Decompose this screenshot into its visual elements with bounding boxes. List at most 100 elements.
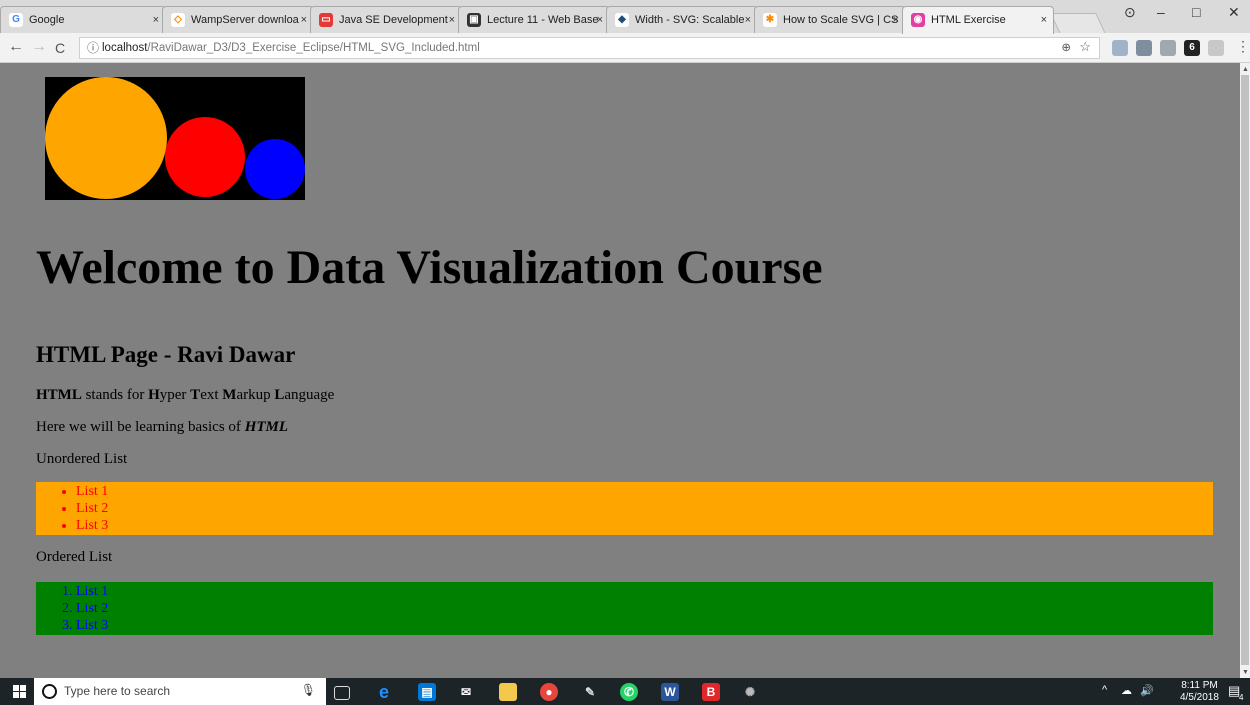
wamp-icon: ◇ [171,13,185,27]
settings-icon[interactable]: ✺ [741,683,759,701]
mdn-icon: ◆ [615,13,629,27]
ordered-list-label: Ordered List [36,549,113,565]
notification-count: 4 [1239,693,1244,702]
ordered-list-box: List 1 List 2 List 3 [36,582,1213,635]
extension-icon-2[interactable] [1136,40,1152,56]
minimize-icon[interactable]: – [1157,4,1165,20]
letter-l: L [274,387,285,403]
list-item: List 1 [76,483,1213,500]
url-path: /RaviDawar_D3/D3_Exercise_Eclipse/HTML_S… [147,42,480,54]
zoom-icon[interactable]: ⊕ [1061,38,1071,58]
edge-icon[interactable]: e [375,683,393,701]
chrome-icon[interactable]: ● [540,683,558,701]
page-heading: Welcome to Data Visualization Course [36,241,823,294]
menu-icon[interactable]: ⋮ [1236,38,1250,55]
html-definition: HTML stands for Hyper Text Markup Langua… [36,387,334,404]
extension-icon-1[interactable] [1112,40,1128,56]
close-tab-icon[interactable]: × [153,7,159,33]
scroll-up-icon[interactable]: ▲ [1242,65,1249,73]
page-subheading: HTML Page - Ravi Dawar [36,342,296,367]
anguage-text: anguage [284,387,335,403]
oracle-icon: ▭ [319,13,333,27]
windows-taskbar: Type here to search 🎙 e ▤ ✉ ● ✎ ✆ W B ✺ … [0,678,1250,705]
tab-html-exercise[interactable]: ◉ HTML Exercise × [902,6,1054,34]
whatsapp-icon[interactable]: ✆ [620,683,638,701]
learning-emphasis: HTML [244,419,289,435]
tab-title: How to Scale SVG | CS [783,14,899,26]
close-window-icon[interactable]: ✕ [1228,4,1240,21]
reload-icon[interactable]: C [55,40,65,56]
taskbar-clock[interactable]: 8:11 PM 4/5/2018 [1180,680,1219,704]
orange-circle [45,77,167,199]
bookmark-star-icon[interactable]: ☆ [1079,37,1091,57]
scroll-down-icon[interactable]: ▼ [1242,668,1249,676]
search-placeholder: Type here to search [64,684,171,698]
unordered-list-box: List 1 List 2 List 3 [36,482,1213,535]
red-circle [165,117,245,197]
profile-icon[interactable]: ⊙ [1124,4,1136,21]
tab-svg-width[interactable]: ◆ Width - SVG: Scalable × [606,6,758,33]
html-exercise-icon: ◉ [911,13,925,27]
mail-icon[interactable]: ✉ [457,683,475,701]
scrollbar-thumb[interactable] [1241,75,1249,665]
paint-icon[interactable]: ✎ [581,683,599,701]
list-item: List 3 [76,617,1213,634]
extension-icon-3[interactable]: 6 [1184,40,1200,56]
tab-scale-svg[interactable]: ✱ How to Scale SVG | CS × [754,6,906,33]
b-app-icon[interactable]: B [702,683,720,701]
task-view-icon[interactable] [334,686,350,700]
windows-start-icon[interactable] [13,685,26,698]
list-item: List 1 [76,583,1213,600]
url-text: localhost/RaviDawar_D3/D3_Exercise_Eclip… [102,38,480,58]
list-item: List 3 [76,517,1213,534]
cast-icon[interactable] [1160,40,1176,56]
new-tab-button[interactable] [1050,13,1106,34]
tab-title: Lecture 11 - Web Base [487,14,599,26]
store-icon[interactable]: ▤ [418,683,436,701]
lecture-icon: ▣ [467,13,481,27]
url-host: localhost [102,42,148,54]
stands-for-text: stands for [81,387,149,403]
close-tab-icon[interactable]: × [1041,7,1047,33]
tab-title: HTML Exercise [931,14,1006,26]
volume-icon[interactable]: 🔊 [1140,684,1154,697]
letter-h: H [148,387,160,403]
tab-lecture-11[interactable]: ▣ Lecture 11 - Web Base × [458,6,610,33]
tab-google[interactable]: G Google × [0,6,166,33]
info-icon[interactable]: ⓘ [87,38,99,58]
arkup-text: arkup [236,387,275,403]
clock-date: 4/5/2018 [1180,692,1219,703]
unordered-list: List 1 List 2 List 3 [36,483,1213,534]
close-tab-icon[interactable]: × [449,7,455,33]
tab-wampserver[interactable]: ◇ WampServer downloa × [162,6,314,33]
tab-title: Google [29,14,65,26]
tab-java-se[interactable]: ▭ Java SE Development × [310,6,462,33]
file-explorer-icon[interactable] [499,683,517,701]
close-tab-icon[interactable]: × [893,7,899,33]
learning-phrase: Here we will be learning basics of [36,419,245,435]
svg-circles-graphic [45,77,305,200]
html-abbr: HTML [36,387,82,403]
close-tab-icon[interactable]: × [301,7,307,33]
close-tab-icon[interactable]: × [597,7,603,33]
tray-chevron-icon[interactable]: ^ [1102,684,1107,696]
word-icon[interactable]: W [661,683,679,701]
onedrive-icon[interactable]: ☁ [1121,684,1132,697]
taskbar-search-box[interactable]: Type here to search 🎙 [34,678,326,705]
address-bar[interactable]: ⓘ localhost/RaviDawar_D3/D3_Exercise_Ecl… [79,37,1100,59]
tab-title: Width - SVG: Scalable [635,14,745,26]
letter-t: T [190,387,201,403]
close-tab-icon[interactable]: × [745,7,751,33]
forward-icon[interactable]: → [31,38,47,56]
microphone-icon[interactable]: 🎙 [301,683,316,697]
google-icon: G [9,13,23,27]
back-icon[interactable]: ← [8,38,24,56]
page-scrollbar[interactable]: ▲ ▼ [1240,63,1250,678]
tab-title: WampServer downloa [191,14,299,26]
cortana-icon [42,684,57,699]
browser-toolbar: ← → C ⓘ localhost/RaviDawar_D3/D3_Exerci… [0,33,1250,63]
extension-icon-4[interactable] [1208,40,1224,56]
maximize-icon[interactable]: □ [1192,4,1200,20]
ordered-list: List 1 List 2 List 3 [36,583,1213,634]
clock-time: 8:11 PM [1181,680,1218,691]
